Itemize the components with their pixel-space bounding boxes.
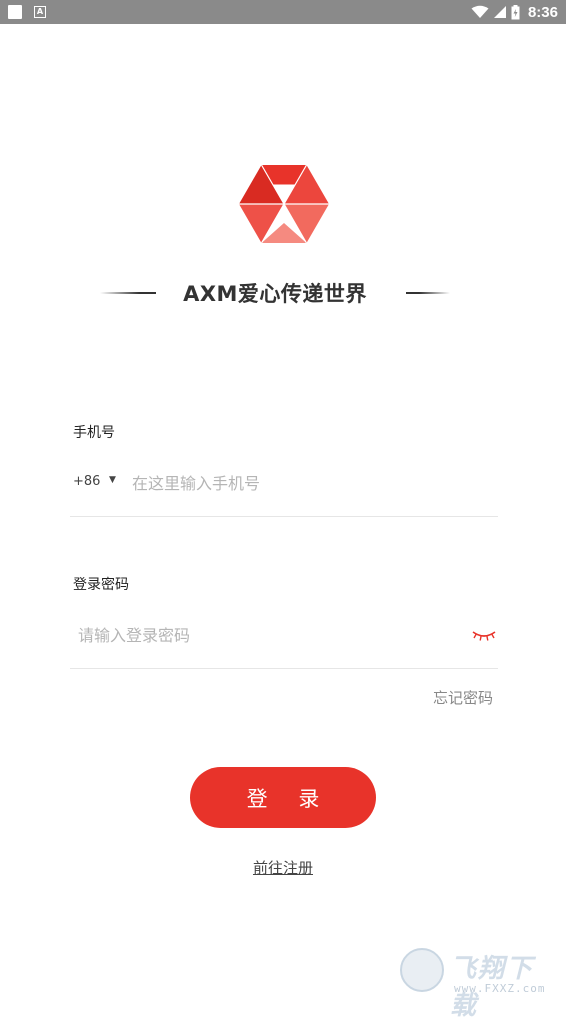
brand-title: AXM爱心传递世界: [183, 282, 367, 306]
country-code-selector[interactable]: +86: [73, 474, 100, 489]
notification-square-icon: [8, 5, 22, 19]
password-field-row: [70, 622, 498, 648]
phone-field-row: +86 ▼: [70, 470, 498, 496]
status-icons: 8:36: [471, 2, 558, 22]
battery-icon: [511, 4, 520, 19]
brand-header: AXM爱心传递世界: [100, 276, 450, 310]
wifi-icon: [471, 5, 489, 18]
password-input[interactable]: [78, 622, 458, 648]
signal-icon: [493, 6, 506, 18]
watermark-url: www.FXXZ.com: [454, 982, 546, 995]
password-divider: [70, 668, 498, 669]
watermark: 飞翔下载 www.FXXZ.com: [398, 946, 558, 1021]
brand-divider-right: [406, 292, 450, 294]
forgot-password-link[interactable]: 忘记密码: [433, 687, 493, 708]
app-a-icon: A: [34, 6, 46, 18]
register-link[interactable]: 前往注册: [253, 859, 313, 877]
phone-input[interactable]: [132, 470, 492, 496]
status-time: 8:36: [527, 3, 558, 21]
caret-down-icon[interactable]: ▼: [109, 475, 116, 485]
app-logo-icon: [239, 165, 329, 243]
phone-label: 手机号: [73, 425, 115, 441]
password-label: 登录密码: [73, 577, 129, 593]
status-bar: A 8:36: [0, 0, 566, 24]
login-button[interactable]: 登 录: [190, 767, 376, 828]
phone-divider: [70, 516, 498, 517]
eye-closed-icon[interactable]: [471, 626, 497, 644]
watermark-logo-icon: [400, 948, 444, 992]
register-link-row: 前往注册: [0, 857, 566, 878]
